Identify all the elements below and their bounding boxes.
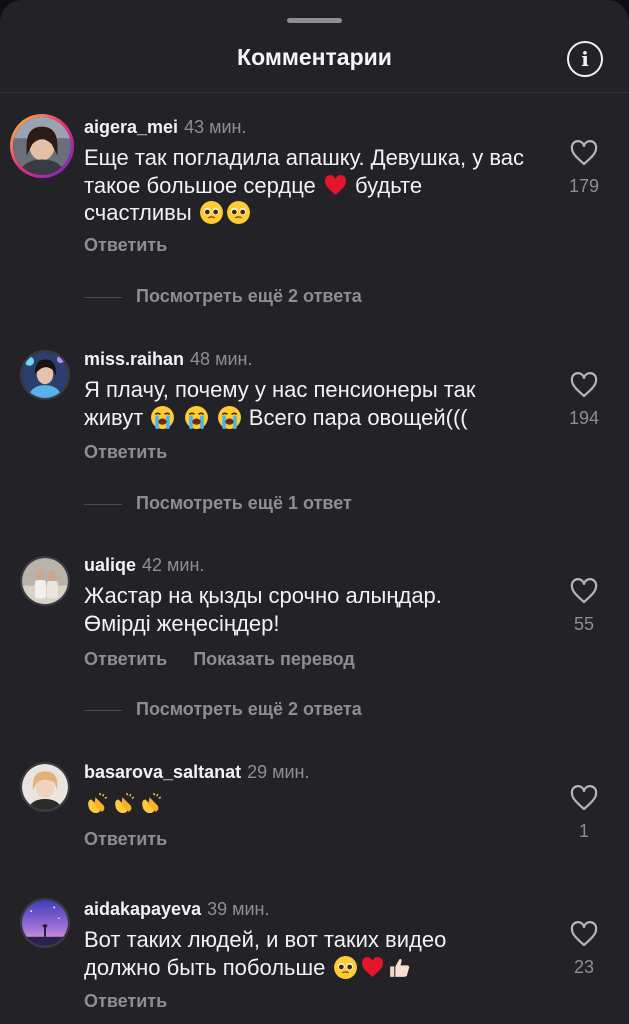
comment-text [84, 790, 534, 818]
comment-text: Я плачу, почему у нас пенсионеры так жив… [84, 377, 476, 430]
comment-username[interactable]: basarova_saltanat [84, 762, 241, 782]
comment-time: 29 мин. [247, 762, 310, 782]
show-translation-button[interactable]: Показать перевод [193, 649, 355, 669]
like-count: 1 [578, 821, 589, 841]
heart-outline-icon[interactable] [570, 578, 598, 604]
like-column: 179 [560, 140, 608, 197]
header-divider [0, 92, 629, 93]
comment-text: Вот таких людей, и вот таких видео должн… [84, 927, 447, 980]
clapping-hands-emoji [115, 792, 135, 814]
pleading-face-emoji [199, 201, 223, 224]
comment-username[interactable]: aidakapayeva [84, 899, 201, 919]
reply-button[interactable]: Ответить [84, 235, 167, 255]
page-title: Комментарии [237, 44, 392, 70]
view-replies-button[interactable]: Посмотреть ещё 2 ответа [84, 286, 362, 307]
comment-text: Жастар на қызды срочно алыңдар. Өмірді ж… [84, 583, 442, 636]
heart-outline-icon[interactable] [570, 140, 598, 166]
like-column: 194 [560, 372, 608, 429]
like-count: 179 [568, 176, 600, 196]
avatar[interactable] [20, 350, 70, 400]
like-column: 1 [560, 785, 608, 842]
pleading-face-emoji [333, 955, 357, 979]
like-column: 23 [560, 921, 608, 978]
clapping-hands-emoji [88, 792, 108, 814]
loudly-crying-face-emoji [151, 405, 175, 429]
comment-username[interactable]: ualiqe [84, 555, 136, 575]
clapping-hands-emoji [142, 792, 162, 814]
red-heart-emoji [361, 956, 383, 977]
like-column: 55 [560, 578, 608, 635]
heart-outline-icon[interactable] [570, 372, 598, 398]
reply-button[interactable]: Ответить [84, 829, 167, 849]
comment-username[interactable]: miss.raihan [84, 349, 184, 369]
comments-sheet: Комментарии i aigera_mei 43 мин. Еще так … [0, 0, 629, 1024]
comment-time: 42 мин. [142, 555, 205, 575]
avatar[interactable] [20, 556, 70, 606]
like-count: 194 [568, 408, 600, 428]
like-count: 55 [573, 614, 595, 634]
heart-outline-icon[interactable] [570, 785, 598, 811]
red-heart-emoji [324, 174, 346, 195]
view-replies-button[interactable]: Посмотреть ещё 2 ответа [84, 699, 362, 720]
reply-button[interactable]: Ответить [84, 649, 167, 669]
comment-time: 39 мин. [207, 899, 270, 919]
pleading-face-emoji [226, 201, 250, 224]
comment-time: 48 мин. [190, 349, 253, 369]
thumbs-up-emoji [389, 958, 409, 977]
avatar[interactable] [20, 898, 70, 948]
reply-button[interactable]: Ответить [84, 442, 167, 462]
loudly-crying-face-emoji [184, 405, 208, 429]
comment-time: 43 мин. [184, 117, 247, 137]
comment-text: Еще так погладила апашку. Девушка, у вас… [84, 145, 525, 225]
sheet-grabber[interactable] [287, 18, 342, 23]
loudly-crying-face-emoji [217, 405, 241, 429]
avatar[interactable] [20, 762, 70, 812]
reply-button[interactable]: Ответить [84, 991, 167, 1011]
comment-username[interactable]: aigera_mei [84, 117, 178, 137]
view-replies-button[interactable]: Посмотреть ещё 1 ответ [84, 493, 352, 514]
info-icon[interactable]: i [567, 41, 603, 77]
heart-outline-icon[interactable] [570, 921, 598, 947]
avatar[interactable] [10, 114, 74, 178]
like-count: 23 [573, 957, 595, 977]
